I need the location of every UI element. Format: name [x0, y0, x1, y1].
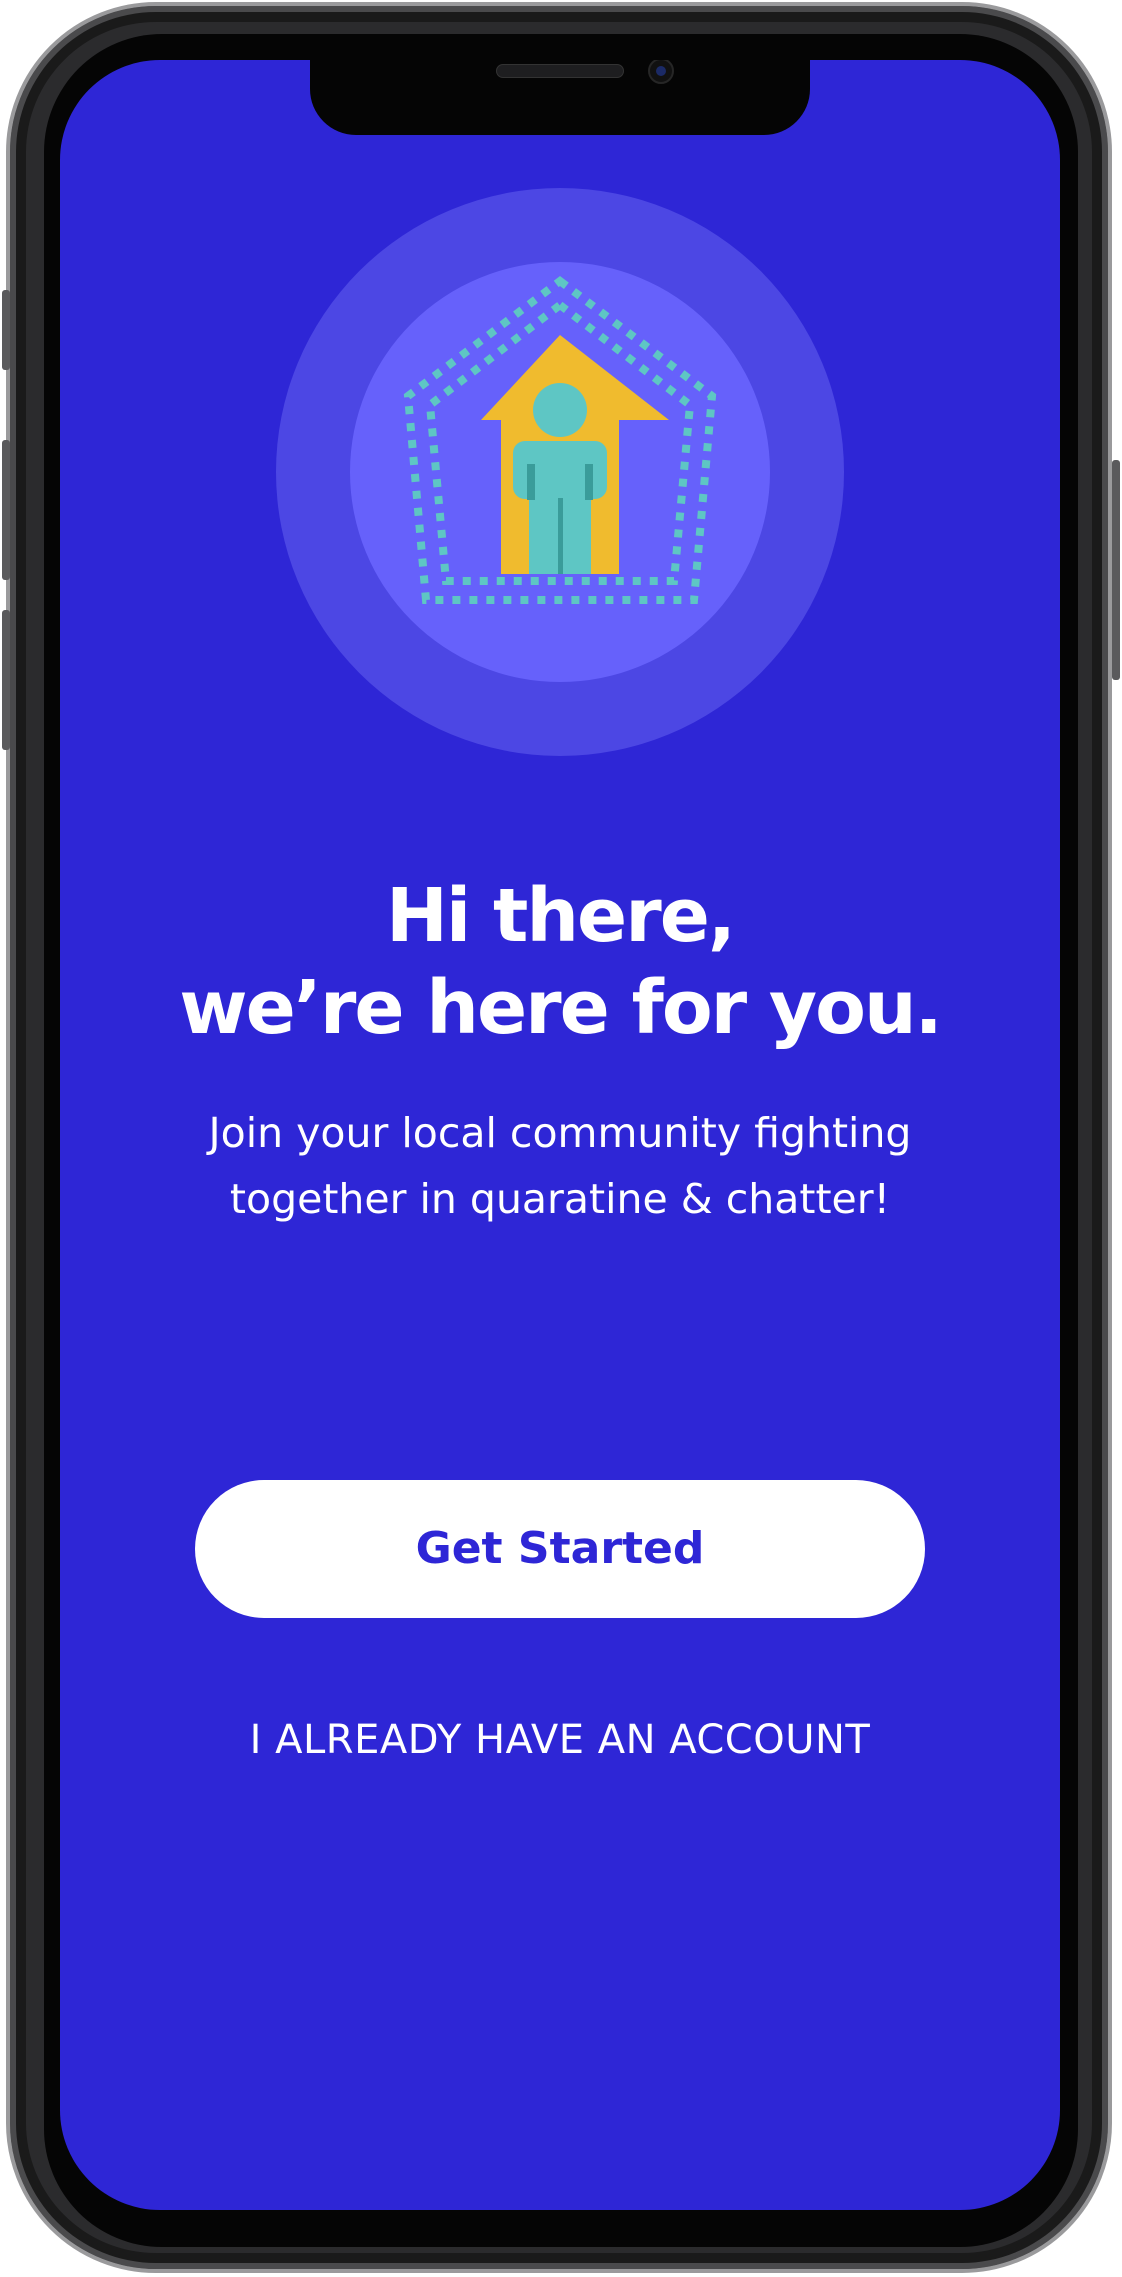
- front-camera-icon: [648, 60, 674, 84]
- power-button: [1112, 460, 1120, 680]
- welcome-subtitle-line-1: Join your local community fighting: [208, 1109, 912, 1157]
- welcome-subtitle-line-2: together in quaratine & chatter!: [229, 1175, 891, 1223]
- welcome-subtitle: Join your local community fighting toget…: [60, 1100, 1060, 1232]
- volume-up-button: [2, 440, 10, 580]
- welcome-screen: Hi there, we’re here for you. Join your …: [60, 60, 1060, 2210]
- existing-account-link[interactable]: I ALREADY HAVE AN ACCOUNT: [60, 1710, 1060, 1770]
- speaker-grille: [496, 64, 624, 78]
- welcome-heading: Hi there, we’re here for you.: [60, 870, 1060, 1054]
- welcome-heading-line-2: we’re here for you.: [179, 965, 943, 1051]
- silent-switch: [2, 290, 10, 370]
- house-person-illustration: [276, 188, 844, 756]
- notch: [310, 60, 810, 135]
- welcome-heading-line-1: Hi there,: [385, 873, 736, 959]
- volume-down-button: [2, 610, 10, 750]
- get-started-button[interactable]: Get Started: [195, 1480, 925, 1618]
